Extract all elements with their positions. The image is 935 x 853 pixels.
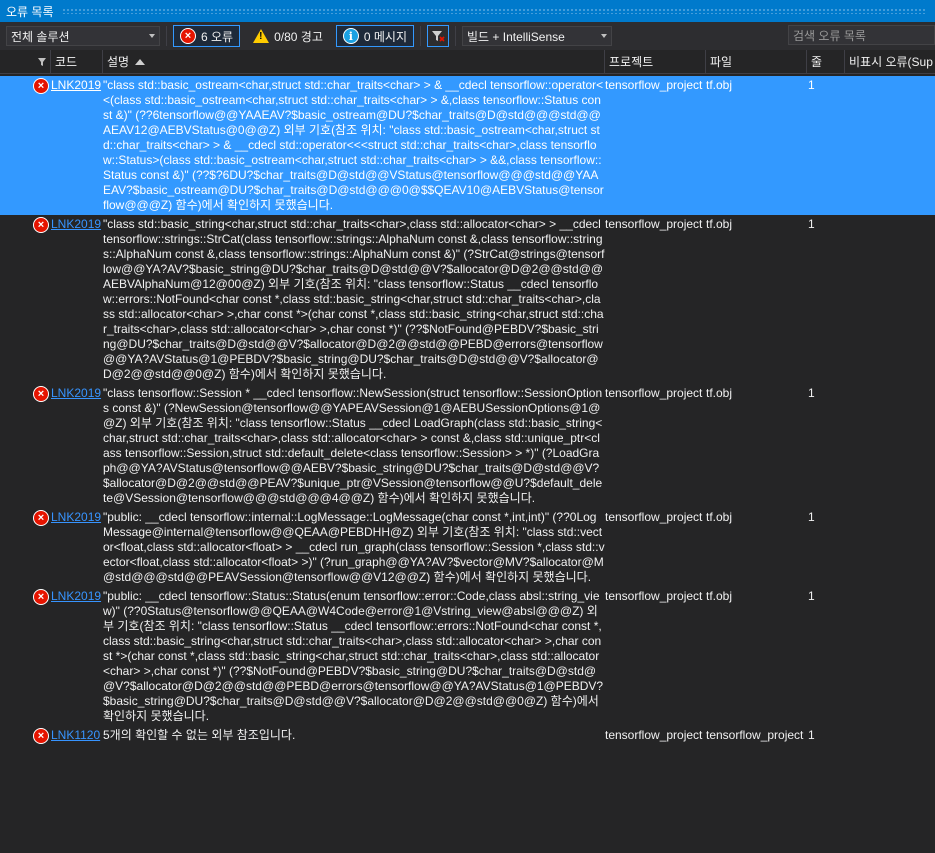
error-description: "class tensorflow::Session * __cdecl ten… [103, 386, 603, 505]
build-source-dropdown[interactable]: 빌드 + IntelliSense [462, 26, 613, 46]
error-list-rows: × LNK2019 "class std::basic_ostream<char… [0, 76, 935, 745]
error-project: tensorflow_project [605, 386, 703, 400]
error-project: tensorflow_project [605, 510, 703, 524]
errors-filter-button[interactable]: × 6 오류 [173, 25, 241, 47]
project-column-label: 프로젝트 [609, 55, 654, 69]
search-input[interactable]: 검색 오류 목록 [788, 25, 935, 45]
error-code-link[interactable]: LNK2019 [51, 508, 103, 587]
warnings-filter-button[interactable]: ! 0/80 경고 [246, 25, 330, 47]
error-description: "public: __cdecl tensorflow::internal::L… [103, 510, 605, 584]
error-project: tensorflow_project [605, 78, 703, 92]
column-header-row: 코드 설명 프로젝트 파일 줄 비표시 오류(Sup [0, 50, 935, 74]
error-description: "class std::basic_ostream<char,struct st… [103, 78, 604, 212]
toolbar-separator [166, 26, 167, 46]
toolbar-separator [420, 26, 422, 46]
code-column-header[interactable]: 코드 [51, 50, 103, 73]
error-file: tf.obj [706, 510, 733, 524]
description-column-label: 설명 [107, 55, 130, 69]
filter-icon [38, 57, 46, 66]
chevron-down-icon [149, 34, 155, 38]
line-column-header[interactable]: 줄 [807, 50, 845, 73]
warning-icon: ! [253, 29, 270, 43]
error-suppression [845, 726, 935, 745]
error-description: "public: __cdecl tensorflow::Status::Sta… [103, 589, 604, 723]
error-file: tensorflow_project [706, 728, 804, 742]
toolbar-separator [455, 26, 457, 46]
error-icon: × [33, 510, 49, 526]
table-row[interactable]: × LNK2019 "class tensorflow::Session * _… [0, 384, 935, 508]
warnings-filter-label: 0/80 경고 [274, 29, 323, 44]
error-code-link[interactable]: LNK2019 [51, 215, 103, 384]
error-line: 1 [808, 78, 815, 92]
error-list-title-bar: 오류 목록 [0, 0, 935, 22]
error-code-link[interactable]: LNK2019 [51, 384, 103, 508]
error-file: tf.obj [706, 386, 733, 400]
error-line: 1 [808, 386, 815, 400]
project-column-header[interactable]: 프로젝트 [605, 50, 706, 73]
suppression-column-label: 비표시 오류(Sup [849, 55, 933, 69]
table-row[interactable]: × LNK1120 5개의 확인할 수 없는 외부 참조입니다. tensorf… [0, 726, 935, 745]
error-icon: × [33, 217, 49, 233]
build-source-value: 빌드 + IntelliSense [467, 29, 565, 44]
error-suppression [845, 508, 935, 587]
line-column-label: 줄 [811, 55, 823, 69]
search-placeholder: 검색 오류 목록 [793, 28, 866, 43]
error-icon: × [33, 78, 49, 94]
error-project: tensorflow_project [605, 589, 703, 603]
error-icon: × [180, 28, 196, 44]
messages-filter-button[interactable]: i 0 메시지 [335, 25, 415, 47]
error-project: tensorflow_project [605, 728, 703, 742]
messages-filter-label: 0 메시지 [363, 29, 408, 44]
error-icon: × [33, 386, 49, 402]
error-code-link[interactable]: LNK2019 [51, 76, 103, 215]
chevron-down-icon [601, 34, 608, 38]
drag-grip[interactable] [61, 8, 927, 14]
code-column-label: 코드 [55, 55, 78, 69]
error-icon: × [33, 728, 49, 744]
error-suppression [845, 587, 935, 726]
suppression-column-header[interactable]: 비표시 오류(Sup [845, 50, 935, 73]
errors-filter-label: 6 오류 [201, 29, 234, 44]
error-description: "class std::basic_string<char,struct std… [103, 217, 605, 381]
error-line: 1 [808, 589, 815, 603]
error-suppression [845, 384, 935, 508]
clear-filter-icon[interactable] [427, 25, 450, 47]
table-row[interactable]: × LNK2019 "public: __cdecl tensorflow::i… [0, 508, 935, 587]
info-icon: i [342, 28, 359, 44]
error-description: 5개의 확인할 수 없는 외부 참조입니다. [103, 728, 296, 742]
error-code-link[interactable]: LNK1120 [51, 726, 103, 745]
table-row[interactable]: × LNK2019 "public: __cdecl tensorflow::S… [0, 587, 935, 726]
error-file: tf.obj [706, 78, 733, 92]
error-icon: × [33, 589, 49, 605]
error-line: 1 [808, 728, 815, 742]
error-project: tensorflow_project [605, 217, 703, 231]
table-row[interactable]: × LNK2019 "class std::basic_string<char,… [0, 215, 935, 384]
error-line: 1 [808, 217, 815, 231]
error-line: 1 [808, 510, 815, 524]
file-column-header[interactable]: 파일 [706, 50, 807, 73]
file-column-label: 파일 [710, 55, 733, 69]
scope-dropdown[interactable]: 전체 솔루션 [6, 26, 160, 46]
window-title: 오류 목록 [6, 4, 54, 19]
error-file: tf.obj [706, 217, 733, 231]
table-row[interactable]: × LNK2019 "class std::basic_ostream<char… [0, 76, 935, 215]
scope-dropdown-value: 전체 솔루션 [11, 29, 70, 44]
description-column-header[interactable]: 설명 [103, 50, 605, 73]
error-code-link[interactable]: LNK2019 [51, 587, 103, 726]
severity-column-header[interactable] [0, 50, 51, 73]
error-file: tf.obj [706, 589, 733, 603]
error-suppression [845, 215, 935, 384]
error-suppression [845, 76, 935, 215]
sort-ascending-icon [135, 58, 146, 65]
